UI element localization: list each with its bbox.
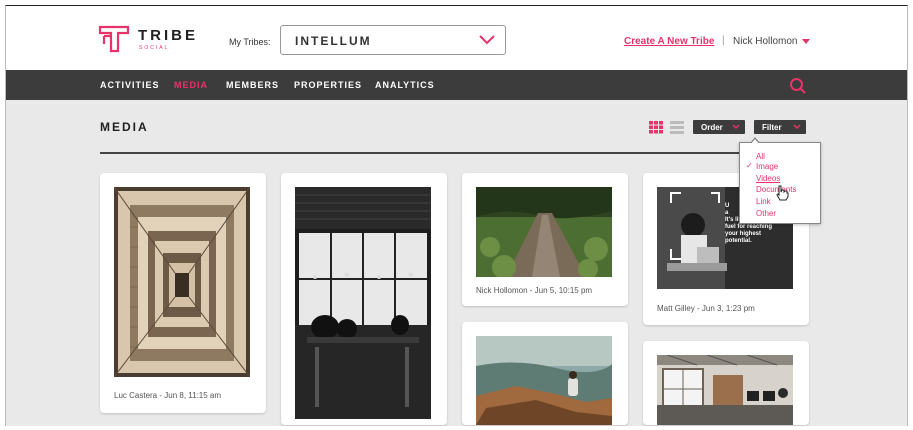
- user-menu-caret-icon[interactable]: [802, 39, 810, 44]
- filter-option-other[interactable]: Other: [756, 209, 776, 218]
- media-image-staircase[interactable]: [114, 187, 250, 377]
- media-caption: Matt Gilley - Jun 3, 1:23 pm: [657, 304, 755, 313]
- brand-name: TRIBE: [138, 27, 198, 44]
- media-card[interactable]: [643, 341, 809, 425]
- media-image-cafe[interactable]: [295, 187, 431, 419]
- tribe-select-value: INTELLUM: [295, 34, 372, 48]
- chevron-down-icon: [732, 124, 740, 130]
- quote-line: fuel for reaching: [725, 224, 773, 230]
- list-view-icon[interactable]: [670, 121, 684, 134]
- nav-properties[interactable]: PROPERTIES: [294, 80, 362, 90]
- tribe-logo-icon[interactable]: [98, 24, 132, 54]
- media-caption: Luc Castera - Jun 8, 11:15 am: [114, 391, 222, 400]
- nav-members[interactable]: MEMBERS: [226, 80, 279, 90]
- media-image-office[interactable]: [657, 355, 793, 425]
- top-header: TRIBE SOCIAL My Tribes: INTELLUM Create …: [6, 6, 907, 70]
- quote-line: your highest: [725, 231, 762, 237]
- tribe-select-dropdown[interactable]: INTELLUM: [280, 25, 506, 55]
- hand-cursor-icon: [776, 185, 789, 201]
- chevron-down-icon: [479, 35, 495, 45]
- brand-tagline: SOCIAL: [139, 45, 170, 51]
- checkmark-icon: ✓: [746, 161, 753, 170]
- quote-line: potential.: [725, 238, 752, 244]
- page-title: MEDIA: [100, 120, 149, 134]
- nav-media[interactable]: MEDIA: [174, 80, 208, 90]
- search-icon[interactable]: [789, 77, 807, 95]
- order-button-label: Order: [701, 123, 723, 132]
- media-card[interactable]: Luc Castera - Jun 8, 11:15 am: [100, 173, 266, 413]
- filter-option-all[interactable]: All: [756, 152, 765, 161]
- chevron-down-icon: [793, 124, 801, 130]
- my-tribes-label: My Tribes:: [229, 37, 271, 47]
- filter-option-link[interactable]: Link: [756, 197, 771, 206]
- user-menu-name[interactable]: Nick Hollomon: [733, 36, 797, 47]
- grid-view-icon[interactable]: [649, 121, 663, 134]
- title-divider: [100, 152, 810, 154]
- filter-button-label: Filter: [762, 123, 782, 132]
- create-tribe-link[interactable]: Create A New Tribe: [624, 36, 714, 47]
- media-image-forest-path[interactable]: [476, 187, 612, 277]
- filter-dropdown-menu: All ✓ Image Videos Documents Link Other: [739, 137, 821, 224]
- media-caption: Nick Hollomon - Jun 5, 10:15 pm: [476, 286, 593, 295]
- filter-option-image[interactable]: Image: [756, 162, 778, 171]
- media-card[interactable]: [281, 173, 447, 425]
- media-image-cliff[interactable]: [476, 336, 612, 425]
- order-button[interactable]: Order: [693, 120, 745, 134]
- filter-option-videos[interactable]: Videos: [756, 174, 780, 183]
- nav-activities[interactable]: ACTIVITIES: [100, 80, 160, 90]
- app-window: TRIBE SOCIAL My Tribes: INTELLUM Create …: [5, 5, 908, 426]
- filter-button[interactable]: Filter: [754, 120, 806, 134]
- main-nav: ACTIVITIES MEDIA MEMBERS PROPERTIES ANAL…: [6, 70, 907, 100]
- media-card[interactable]: [462, 322, 628, 425]
- media-card[interactable]: Nick Hollomon - Jun 5, 10:15 pm: [462, 173, 628, 306]
- header-separator: |: [722, 35, 725, 46]
- nav-analytics[interactable]: ANALYTICS: [375, 80, 435, 90]
